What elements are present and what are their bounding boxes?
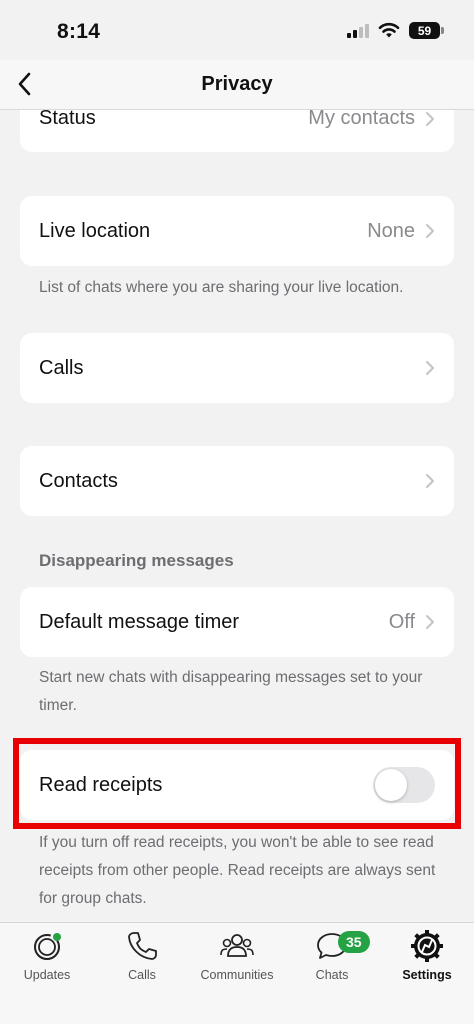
tab-bar: Updates Calls Communities 35 Chats Setti… bbox=[0, 922, 474, 1024]
updates-icon bbox=[34, 933, 61, 960]
live-location-row[interactable]: Live location None bbox=[20, 196, 454, 266]
disappearing-note: Start new chats with disappearing messag… bbox=[39, 669, 423, 714]
contacts-card: Contacts bbox=[20, 446, 454, 516]
live-location-value: None bbox=[367, 219, 415, 242]
live-location-label: Live location bbox=[39, 219, 151, 242]
disappearing-card: Default message timer Off bbox=[20, 587, 454, 657]
contacts-label: Contacts bbox=[39, 469, 118, 492]
privacy-screen: 8:14 59 Privacy Status My contacts Live … bbox=[0, 0, 474, 1024]
disappearing-section-title: Disappearing messages bbox=[39, 551, 234, 570]
tab-label: Communities bbox=[200, 968, 274, 982]
live-location-card: Live location None bbox=[20, 196, 454, 266]
tab-label: Chats bbox=[315, 968, 349, 982]
chevron-right-icon bbox=[426, 361, 434, 375]
default-timer-row[interactable]: Default message timer Off bbox=[20, 587, 454, 657]
status-bar: 8:14 59 bbox=[0, 0, 474, 60]
tab-label: Settings bbox=[402, 968, 452, 982]
page-title: Privacy bbox=[201, 73, 273, 95]
default-timer-label: Default message timer bbox=[39, 610, 240, 633]
cellular-signal-icon bbox=[347, 24, 369, 38]
status-time: 8:14 bbox=[57, 20, 101, 43]
chevron-right-icon bbox=[426, 112, 434, 126]
live-location-note: List of chats where you are sharing your… bbox=[39, 279, 404, 296]
tab-calls[interactable]: Calls bbox=[95, 929, 189, 999]
tab-chats[interactable]: 35 Chats bbox=[285, 929, 379, 999]
nav-header: Privacy bbox=[0, 60, 474, 110]
chevron-right-icon bbox=[426, 224, 434, 238]
wifi-icon bbox=[378, 22, 400, 38]
tab-updates[interactable]: Updates bbox=[0, 929, 94, 999]
status-label: Status bbox=[39, 107, 96, 129]
chevron-right-icon bbox=[426, 615, 434, 629]
phone-icon bbox=[128, 932, 157, 960]
chats-unread-badge: 35 bbox=[338, 931, 370, 953]
read-receipts-note: If you turn off read receipts, you won't… bbox=[39, 834, 436, 907]
default-timer-value: Off bbox=[388, 610, 415, 633]
calls-row[interactable]: Calls bbox=[20, 333, 454, 403]
highlight-box bbox=[13, 738, 461, 829]
calls-label: Calls bbox=[39, 356, 84, 379]
settings-icon bbox=[411, 930, 443, 962]
contacts-row[interactable]: Contacts bbox=[20, 446, 454, 516]
tab-label: Updates bbox=[23, 968, 71, 982]
status-value: My contacts bbox=[308, 107, 415, 129]
tab-settings[interactable]: Settings bbox=[380, 929, 474, 999]
communities-icon bbox=[220, 934, 254, 957]
tab-label: Calls bbox=[128, 968, 156, 982]
calls-card: Calls bbox=[20, 333, 454, 403]
battery-icon: 59 bbox=[409, 22, 444, 39]
tab-communities[interactable]: Communities bbox=[190, 929, 284, 999]
chevron-right-icon bbox=[426, 474, 434, 488]
